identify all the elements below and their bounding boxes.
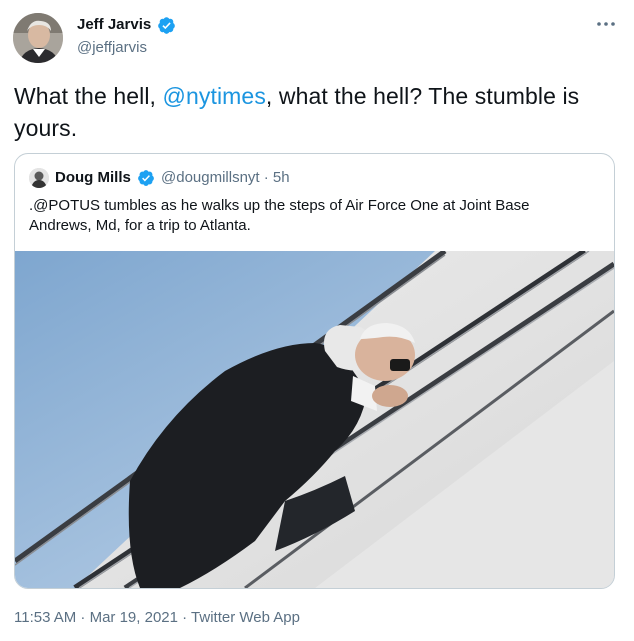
quoted-handle-time[interactable]: @dougmillsnyt · 5h (161, 169, 290, 187)
quoted-author-avatar[interactable] (29, 168, 49, 188)
more-options-icon (597, 22, 615, 26)
author-handle[interactable]: @jeffjarvis (77, 39, 147, 57)
timestamp-and-source[interactable]: 11:53 AM · Mar 19, 2021 · Twitter Web Ap… (14, 608, 300, 628)
verified-icon (137, 169, 155, 187)
quoted-tweet[interactable]: Doug Mills @dougmillsnyt · 5h .@POTUS tu… (14, 153, 615, 589)
more-options-button[interactable] (594, 16, 618, 32)
verified-icon (157, 16, 176, 35)
mention-link[interactable]: @nytimes (163, 83, 266, 109)
quoted-author-name[interactable]: Doug Mills (55, 169, 131, 187)
author-avatar[interactable] (13, 13, 63, 63)
tweet-card: Jeff Jarvis @jeffjarvis What the hell, @… (0, 0, 634, 641)
quoted-text: .@POTUS tumbles as he walks up the steps… (29, 197, 530, 234)
author-name[interactable]: Jeff Jarvis (77, 16, 151, 34)
tweet-text: What the hell, @nytimes, what the hell? … (14, 80, 619, 144)
tweet-text-before: What the hell, (14, 83, 163, 109)
quoted-photo[interactable] (15, 251, 614, 588)
